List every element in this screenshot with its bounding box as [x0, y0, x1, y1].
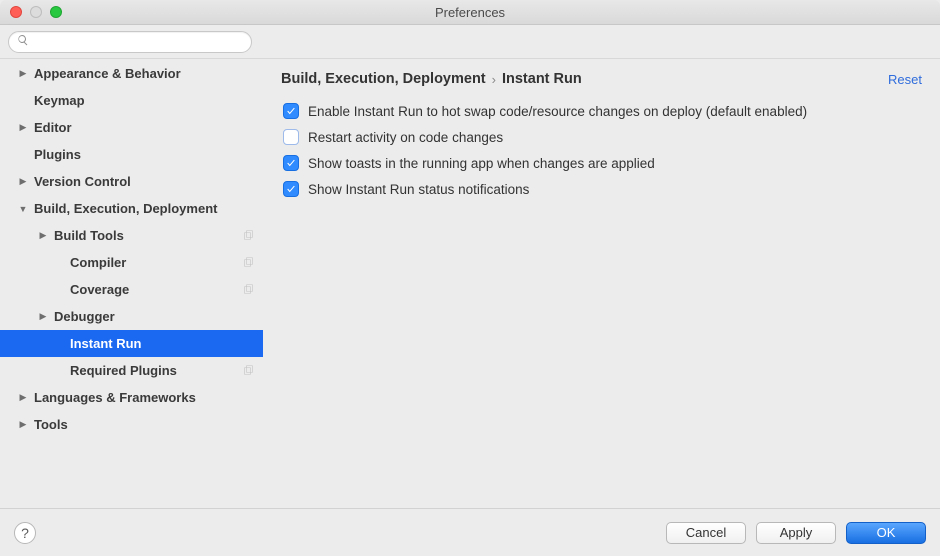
sidebar-item-required-plugins[interactable]: Required Plugins — [0, 357, 263, 384]
breadcrumb-parent: Build, Execution, Deployment — [281, 71, 486, 87]
sidebar-item-label: Build, Execution, Deployment — [34, 201, 257, 216]
option-row: Enable Instant Run to hot swap code/reso… — [283, 103, 920, 119]
sidebar-item-label: Coverage — [70, 282, 243, 297]
breadcrumb: Build, Execution, Deployment › Instant R… — [281, 71, 582, 87]
sidebar-item-version-control[interactable]: ▶ Version Control — [0, 168, 263, 195]
sidebar-item-instant-run[interactable]: Instant Run — [0, 330, 263, 357]
sidebar-item-compiler[interactable]: Compiler — [0, 249, 263, 276]
sidebar-item-label: Languages & Frameworks — [34, 390, 257, 405]
sidebar-item-label: Compiler — [70, 255, 243, 270]
options-list: Enable Instant Run to hot swap code/reso… — [281, 93, 922, 207]
checkbox-unchecked-icon[interactable] — [283, 129, 299, 145]
cancel-button-label: Cancel — [686, 525, 726, 540]
option-label: Restart activity on code changes — [308, 130, 503, 145]
checkbox-checked-icon[interactable] — [283, 155, 299, 171]
project-badge-icon — [243, 256, 257, 270]
chevron-down-icon: ▼ — [18, 204, 28, 214]
sidebar-item-label: Keymap — [34, 93, 257, 108]
cancel-button[interactable]: Cancel — [666, 522, 746, 544]
chevron-right-icon: ▶ — [18, 68, 28, 79]
toolbar — [0, 25, 940, 59]
sidebar-item-label: Debugger — [54, 309, 257, 324]
sidebar-item-build-tools[interactable]: ▶ Build Tools — [0, 222, 263, 249]
ok-button-label: OK — [877, 525, 896, 540]
chevron-right-icon: ▶ — [38, 230, 48, 241]
sidebar-item-label: Editor — [34, 120, 257, 135]
apply-button-label: Apply — [780, 525, 813, 540]
help-button[interactable]: ? — [14, 522, 36, 544]
sidebar-item-appearance-behavior[interactable]: ▶ Appearance & Behavior — [0, 60, 263, 87]
titlebar: Preferences — [0, 0, 940, 25]
sidebar-item-coverage[interactable]: Coverage — [0, 276, 263, 303]
sidebar-item-label: Appearance & Behavior — [34, 66, 257, 81]
sidebar-item-label: Tools — [34, 417, 257, 432]
project-badge-icon — [243, 283, 257, 297]
project-badge-icon — [243, 229, 257, 243]
sidebar-item-label: Version Control — [34, 174, 257, 189]
sidebar[interactable]: ▶ Appearance & Behavior Keymap ▶ Editor Plugi… — [0, 59, 263, 508]
sidebar-item-label: Plugins — [34, 147, 257, 162]
option-row: Show toasts in the running app when chan… — [283, 155, 920, 171]
option-row: Restart activity on code changes — [283, 129, 920, 145]
sidebar-item-label: Build Tools — [54, 228, 243, 243]
checkbox-checked-icon[interactable] — [283, 181, 299, 197]
option-row: Show Instant Run status notifications — [283, 181, 920, 197]
search-icon — [17, 34, 29, 49]
sidebar-item-debugger[interactable]: ▶ Debugger — [0, 303, 263, 330]
chevron-right-icon: ▶ — [18, 419, 28, 430]
breadcrumb-current: Instant Run — [502, 71, 582, 87]
body: ▶ Appearance & Behavior Keymap ▶ Editor Plugi… — [0, 59, 940, 508]
window-title: Preferences — [0, 5, 940, 20]
sidebar-item-editor[interactable]: ▶ Editor — [0, 114, 263, 141]
help-icon: ? — [21, 525, 29, 541]
chevron-right-icon: ▶ — [38, 311, 48, 322]
chevron-right-icon: › — [492, 72, 496, 87]
sidebar-item-build-execution-deployment[interactable]: ▼ Build, Execution, Deployment — [0, 195, 263, 222]
reset-link[interactable]: Reset — [888, 72, 922, 87]
chevron-right-icon: ▶ — [18, 122, 28, 133]
sidebar-item-tools[interactable]: ▶ Tools — [0, 411, 263, 438]
main-panel: Build, Execution, Deployment › Instant R… — [263, 59, 940, 508]
preferences-window: Preferences ▶ Appearance & Behavior Keymap… — [0, 0, 940, 556]
option-label: Show toasts in the running app when chan… — [308, 156, 655, 171]
sidebar-item-label: Instant Run — [70, 336, 257, 351]
sidebar-item-keymap[interactable]: Keymap — [0, 87, 263, 114]
sidebar-item-label: Required Plugins — [70, 363, 243, 378]
apply-button[interactable]: Apply — [756, 522, 836, 544]
checkbox-checked-icon[interactable] — [283, 103, 299, 119]
ok-button[interactable]: OK — [846, 522, 926, 544]
sidebar-item-languages-frameworks[interactable]: ▶ Languages & Frameworks — [0, 384, 263, 411]
sidebar-item-plugins[interactable]: Plugins — [0, 141, 263, 168]
project-badge-icon — [243, 364, 257, 378]
search-field-wrapper[interactable] — [8, 31, 252, 53]
option-label: Enable Instant Run to hot swap code/reso… — [308, 104, 807, 119]
breadcrumb-row: Build, Execution, Deployment › Instant R… — [281, 65, 922, 93]
footer: ? Cancel Apply OK — [0, 508, 940, 556]
chevron-right-icon: ▶ — [18, 392, 28, 403]
search-input[interactable] — [33, 34, 243, 50]
chevron-right-icon: ▶ — [18, 176, 28, 187]
option-label: Show Instant Run status notifications — [308, 182, 529, 197]
